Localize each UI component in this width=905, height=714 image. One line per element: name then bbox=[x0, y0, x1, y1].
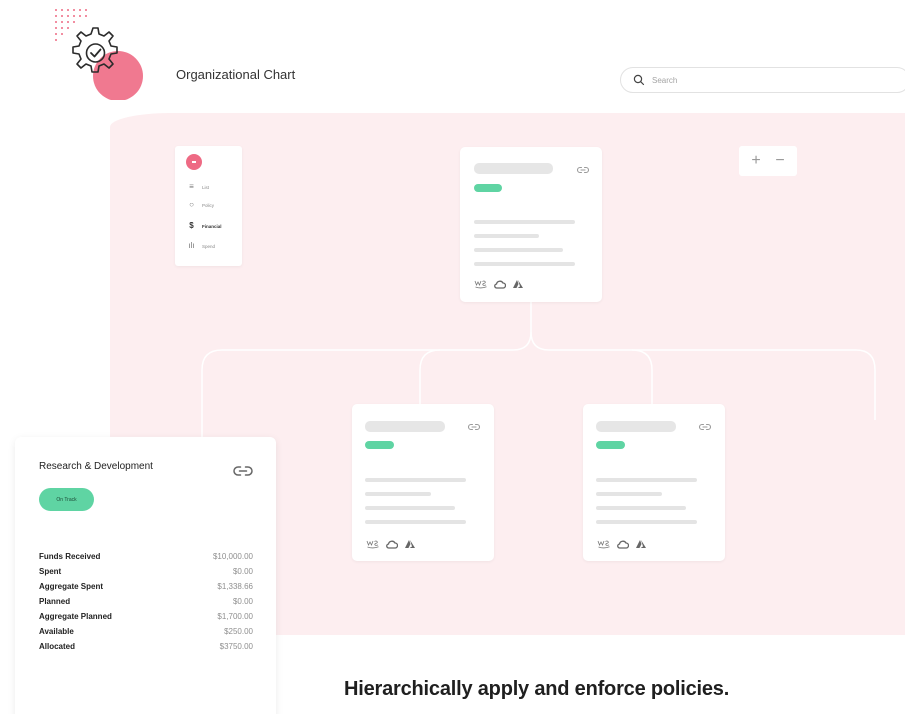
row-value: $0.00 bbox=[232, 567, 253, 576]
table-row: Available $250.00 bbox=[39, 624, 253, 639]
gcp-cloud-icon bbox=[494, 280, 506, 289]
gcp-cloud-icon bbox=[617, 540, 629, 549]
zoom-controls: + − bbox=[739, 146, 797, 176]
menu-item-label: Policy bbox=[202, 202, 215, 208]
status-badge-placeholder bbox=[596, 441, 625, 449]
financial-table: Funds Received $10,000.00 Spent $0.00 Ag… bbox=[39, 549, 253, 654]
menu-item-label: Financial bbox=[202, 223, 222, 229]
text-line-placeholder bbox=[365, 520, 466, 524]
azure-icon bbox=[636, 540, 646, 548]
text-line-placeholder bbox=[365, 492, 431, 496]
view-menu: ≡ List ○ Policy $ Financial ılı Spend bbox=[175, 146, 242, 266]
azure-icon bbox=[513, 280, 523, 288]
row-label: Planned bbox=[39, 597, 71, 606]
department-title: Research & Development bbox=[39, 461, 153, 472]
text-line-placeholder bbox=[596, 478, 697, 482]
status-badge-placeholder bbox=[474, 184, 502, 192]
list-icon: ≡ bbox=[189, 182, 194, 191]
org-node-root[interactable] bbox=[460, 147, 602, 302]
node-title-placeholder bbox=[596, 421, 676, 432]
org-node-child[interactable] bbox=[352, 404, 494, 561]
text-line-placeholder bbox=[365, 506, 455, 510]
menu-item-list[interactable]: ≡ List bbox=[187, 183, 209, 191]
link-icon[interactable] bbox=[232, 464, 254, 478]
table-row: Funds Received $10,000.00 bbox=[39, 549, 253, 564]
zoom-out-button[interactable]: − bbox=[775, 153, 784, 169]
row-value: $10,000.00 bbox=[212, 552, 253, 561]
link-icon[interactable] bbox=[576, 165, 590, 175]
text-line-placeholder bbox=[474, 234, 539, 238]
table-row: Spent $0.00 bbox=[39, 564, 253, 579]
page-title: Organizational Chart bbox=[176, 67, 296, 82]
row-value: $1,338.66 bbox=[217, 582, 253, 591]
zoom-in-button[interactable]: + bbox=[751, 153, 760, 169]
gcp-cloud-icon bbox=[386, 540, 398, 549]
dollar-icon: $ bbox=[189, 221, 194, 230]
search-input[interactable] bbox=[652, 75, 872, 85]
node-title-placeholder bbox=[365, 421, 445, 432]
settings-check-logo-icon bbox=[55, 9, 143, 100]
marketing-tagline: Hierarchically apply and enforce policie… bbox=[344, 678, 730, 700]
table-row: Aggregate Spent $1,338.66 bbox=[39, 579, 253, 594]
cloud-provider-icons bbox=[597, 539, 647, 549]
bar-chart-icon: ılı bbox=[188, 241, 195, 250]
row-label: Allocated bbox=[39, 642, 76, 651]
node-title-placeholder bbox=[474, 163, 553, 174]
menu-item-financial[interactable]: $ Financial bbox=[187, 221, 222, 230]
search-bar[interactable] bbox=[620, 67, 905, 93]
row-label: Aggregate Spent bbox=[39, 582, 104, 591]
row-label: Available bbox=[39, 627, 74, 636]
cloud-provider-icons bbox=[366, 539, 416, 549]
aws-icon bbox=[474, 280, 487, 289]
search-icon bbox=[633, 74, 645, 86]
row-label: Funds Received bbox=[39, 552, 101, 561]
text-line-placeholder bbox=[596, 506, 686, 510]
link-icon[interactable] bbox=[467, 422, 481, 432]
menu-item-label: List bbox=[202, 184, 210, 190]
department-detail-card[interactable]: Research & Development On Track Funds Re… bbox=[15, 437, 276, 714]
status-badge: On Track bbox=[39, 488, 94, 511]
row-label: Aggregate Planned bbox=[39, 612, 112, 621]
row-value: $1,700.00 bbox=[217, 612, 253, 621]
row-label: Spent bbox=[39, 567, 62, 576]
table-row: Allocated $3750.00 bbox=[39, 639, 253, 654]
row-value: $3750.00 bbox=[219, 642, 253, 651]
table-row: Aggregate Planned $1,700.00 bbox=[39, 609, 253, 624]
status-badge-placeholder bbox=[365, 441, 394, 449]
aws-icon bbox=[597, 540, 610, 549]
text-line-placeholder bbox=[474, 248, 563, 252]
row-value: $250.00 bbox=[224, 627, 253, 636]
table-row: Planned $0.00 bbox=[39, 594, 253, 609]
text-line-placeholder bbox=[596, 492, 662, 496]
link-icon[interactable] bbox=[698, 422, 712, 432]
circle-icon: ○ bbox=[189, 200, 194, 209]
org-node-child[interactable] bbox=[583, 404, 725, 561]
menu-item-label: Spend bbox=[202, 243, 216, 249]
cloud-provider-icons bbox=[474, 279, 524, 289]
menu-toggle-button[interactable] bbox=[186, 154, 202, 170]
row-value: $0.00 bbox=[232, 597, 253, 606]
text-line-placeholder bbox=[596, 520, 697, 524]
menu-item-spend[interactable]: ılı Spend bbox=[187, 242, 215, 250]
text-line-placeholder bbox=[474, 262, 575, 266]
menu-item-policy[interactable]: ○ Policy bbox=[187, 201, 214, 209]
aws-icon bbox=[366, 540, 379, 549]
azure-icon bbox=[405, 540, 415, 548]
text-line-placeholder bbox=[474, 220, 575, 224]
text-line-placeholder bbox=[365, 478, 466, 482]
